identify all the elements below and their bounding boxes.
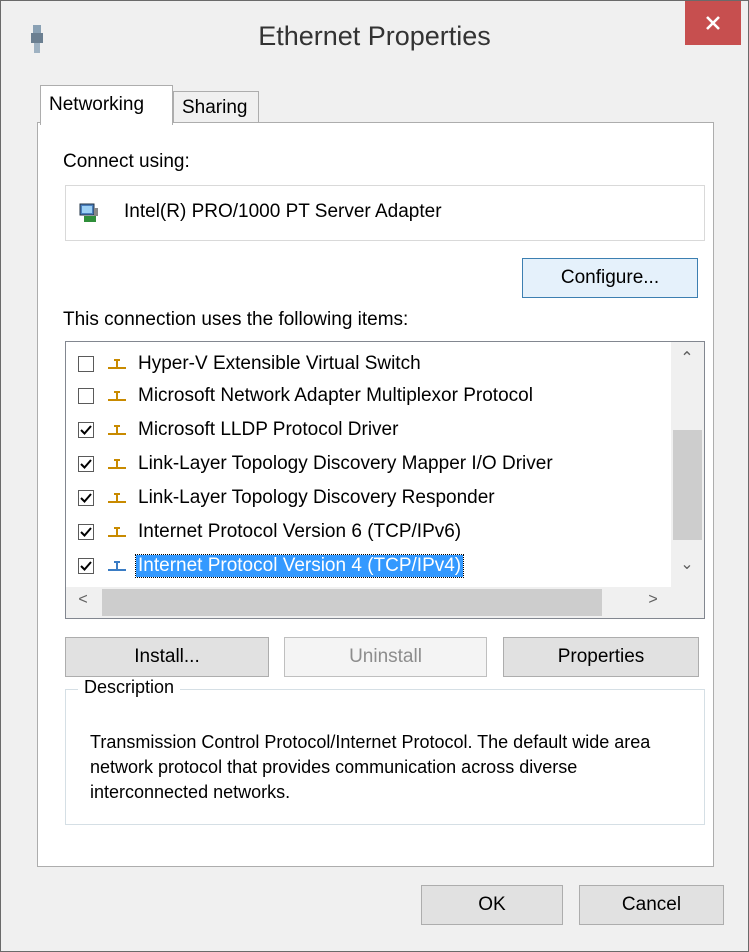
ok-button[interactable]: OK [421,885,563,925]
ethernet-properties-dialog: Ethernet Properties Networking Sharing C… [0,0,749,952]
item-label: Internet Protocol Version 6 (TCP/IPv6) [138,521,462,542]
network-adapter-icon [79,203,98,222]
list-item[interactable]: Link-Layer Topology Discovery Responder [78,482,497,514]
connect-using-label: Connect using: [63,151,190,172]
configure-button-label: Configure... [560,267,660,288]
properties-button[interactable]: Properties [503,637,699,677]
protocol-icon [108,359,126,369]
items-list[interactable]: Hyper-V Extensible Virtual Switch Micros… [65,341,705,619]
list-item[interactable]: Link-Layer Topology Discovery Mapper I/O… [78,448,555,480]
adapter-field: Intel(R) PRO/1000 PT Server Adapter [65,185,705,241]
close-icon [706,16,720,30]
uninstall-button[interactable]: Uninstall [284,637,487,677]
item-label: Link-Layer Topology Discovery Responder [138,487,495,508]
cancel-button-label: Cancel [621,894,682,915]
scroll-up-icon[interactable]: ⌃ [672,348,702,368]
install-button-label: Install... [134,646,200,667]
configure-button[interactable]: Configure... [522,258,698,298]
title-bar[interactable]: Ethernet Properties [1,1,748,79]
vertical-scroll-thumb[interactable] [673,430,702,540]
checkmark-icon [80,527,92,537]
uninstall-button-label: Uninstall [349,646,422,667]
list-item[interactable]: Microsoft Network Adapter Multiplexor Pr… [78,380,535,412]
item-label: Link-Layer Topology Discovery Mapper I/O… [138,453,553,474]
checkmark-icon [80,459,92,469]
protocol-icon [108,561,126,571]
checkbox-checked[interactable] [78,456,94,472]
items-label: This connection uses the following items… [63,309,409,330]
tab-sharing[interactable]: Sharing [173,91,259,123]
close-button[interactable] [685,1,741,45]
item-label: Hyper-V Extensible Virtual Switch [138,353,421,374]
protocol-icon [108,425,126,435]
checkmark-icon [80,493,92,503]
item-label: Internet Protocol Version 4 (TCP/IPv4) [134,554,465,578]
protocol-icon [108,493,126,503]
description-text: Transmission Control Protocol/Internet P… [90,732,651,802]
window-title: Ethernet Properties [258,21,491,51]
item-label: Microsoft Network Adapter Multiplexor Pr… [138,385,533,406]
properties-button-label: Properties [557,646,645,667]
install-button[interactable]: Install... [65,637,269,677]
list-item-selected[interactable]: Internet Protocol Version 4 (TCP/IPv4) [78,550,465,582]
scroll-down-icon[interactable]: ⌄ [672,554,702,574]
checkbox-checked[interactable] [78,524,94,540]
item-label: Microsoft LLDP Protocol Driver [138,419,399,440]
vertical-scrollbar[interactable]: ⌃ ⌄ [671,342,704,587]
checkbox-unchecked[interactable] [78,356,94,372]
ok-button-label: OK [478,894,506,915]
checkbox-checked[interactable] [78,422,94,438]
adapter-name: Intel(R) PRO/1000 PT Server Adapter [124,201,442,222]
protocol-icon [108,527,126,537]
horizontal-scroll-thumb[interactable] [102,589,602,616]
list-item[interactable]: Hyper-V Extensible Virtual Switch [78,348,423,380]
list-item[interactable]: Microsoft LLDP Protocol Driver [78,414,400,446]
list-item[interactable]: Internet Protocol Version 6 (TCP/IPv6) [78,516,463,548]
checkbox-unchecked[interactable] [78,388,94,404]
scroll-left-icon[interactable]: < [68,591,98,609]
protocol-icon [108,459,126,469]
checkmark-icon [80,425,92,435]
checkbox-checked[interactable] [78,558,94,574]
scroll-right-icon[interactable]: > [638,591,668,609]
tab-networking[interactable]: Networking [40,85,173,125]
checkmark-icon [80,561,92,571]
description-group: Description Transmission Control Protoco… [65,677,705,825]
description-legend: Description [78,677,181,698]
checkbox-checked[interactable] [78,490,94,506]
horizontal-scrollbar[interactable]: < > [66,587,704,618]
cancel-button[interactable]: Cancel [579,885,724,925]
protocol-icon [108,391,126,401]
